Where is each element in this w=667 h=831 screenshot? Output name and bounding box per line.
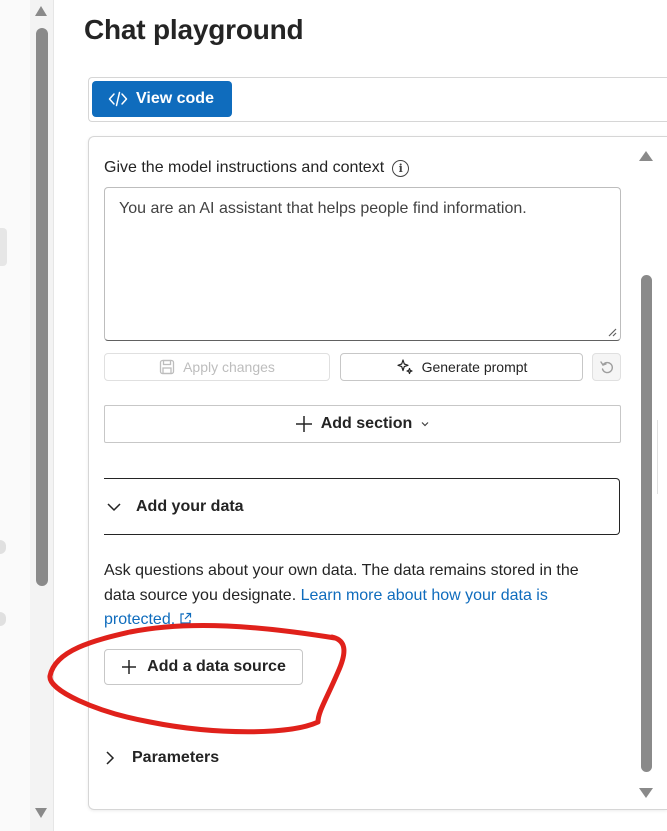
external-link-icon[interactable] bbox=[179, 612, 192, 625]
add-your-data-header[interactable]: Add your data bbox=[104, 478, 620, 535]
window-scrollbar[interactable] bbox=[30, 0, 54, 831]
system-message-value: You are an AI assistant that helps peopl… bbox=[119, 200, 527, 217]
instructions-label: Give the model instructions and context … bbox=[104, 159, 410, 177]
save-icon bbox=[159, 359, 175, 375]
nav-selected-indicator[interactable] bbox=[0, 228, 7, 266]
scroll-up-icon[interactable] bbox=[35, 6, 47, 16]
chevron-right-icon bbox=[106, 751, 115, 765]
parameters-header[interactable]: Parameters bbox=[104, 749, 219, 767]
generate-prompt-button[interactable]: Generate prompt bbox=[340, 353, 583, 381]
playground-toolbar: View code bbox=[88, 77, 667, 122]
scroll-up-icon[interactable] bbox=[639, 151, 653, 161]
resize-grip-icon[interactable] bbox=[607, 327, 617, 337]
undo-icon bbox=[599, 361, 613, 374]
scroll-down-icon[interactable] bbox=[35, 808, 47, 818]
code-icon bbox=[108, 91, 128, 107]
add-section-button[interactable]: Add section bbox=[104, 405, 621, 443]
page-title: Chat playground bbox=[84, 14, 304, 45]
add-data-source-button[interactable]: Add a data source bbox=[104, 649, 303, 685]
view-code-button[interactable]: View code bbox=[92, 81, 232, 117]
nav-item-fragment[interactable] bbox=[0, 612, 6, 626]
add-your-data-description: Ask questions about your own data. The d… bbox=[104, 562, 579, 628]
left-nav-sliver bbox=[0, 0, 30, 831]
info-icon[interactable]: i bbox=[392, 159, 410, 177]
plus-icon bbox=[122, 660, 137, 674]
scrollbar-thumb[interactable] bbox=[36, 28, 48, 586]
view-code-label: View code bbox=[136, 90, 214, 107]
nav-item-fragment[interactable] bbox=[0, 540, 6, 554]
panel-scrollbar[interactable] bbox=[639, 147, 655, 803]
scroll-down-icon[interactable] bbox=[639, 788, 653, 798]
apply-changes-button[interactable]: Apply changes bbox=[104, 353, 330, 381]
setup-panel: Give the model instructions and context … bbox=[88, 136, 667, 810]
prompt-actions: Apply changes Generate prompt bbox=[104, 353, 621, 381]
undo-button[interactable] bbox=[592, 353, 621, 381]
chevron-down-icon bbox=[421, 422, 429, 427]
system-message-textarea[interactable]: You are an AI assistant that helps peopl… bbox=[104, 187, 621, 341]
panel-divider[interactable] bbox=[657, 420, 667, 494]
chevron-down-icon bbox=[107, 502, 121, 511]
sparkle-icon bbox=[396, 359, 413, 375]
plus-icon bbox=[295, 416, 312, 432]
panel-scrollbar-thumb[interactable] bbox=[641, 275, 652, 772]
